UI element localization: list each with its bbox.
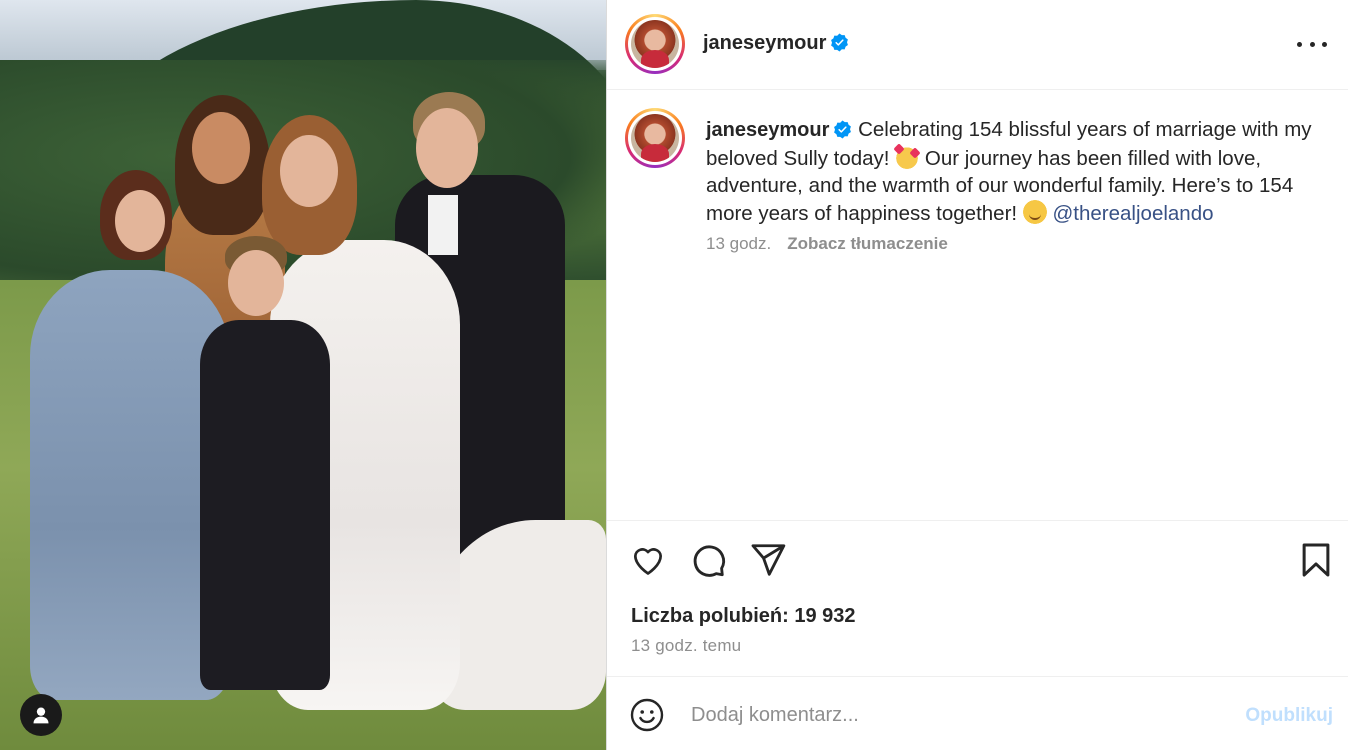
bookmark-icon[interactable]	[1297, 541, 1335, 579]
tagged-people-button[interactable]	[20, 694, 62, 736]
caption-text: janeseymour Celebrating 154 blissful yea…	[706, 116, 1326, 227]
caption-area: janeseymour Celebrating 154 blissful yea…	[607, 90, 1348, 520]
photo-face	[115, 190, 165, 252]
caption-username[interactable]: janeseymour	[706, 119, 829, 141]
caption-mention-link[interactable]: @therealjoelando	[1053, 202, 1214, 225]
comment-input[interactable]	[691, 699, 1211, 731]
photo-face	[228, 250, 284, 316]
caption-meta: 13 godz. Zobacz tłumaczenie	[706, 234, 948, 254]
comment-bar: Opublikuj	[607, 676, 1348, 750]
publish-button[interactable]: Opublikuj	[1245, 705, 1333, 727]
verified-badge-icon	[831, 33, 849, 52]
more-options-icon[interactable]	[1297, 30, 1327, 58]
story-avatar[interactable]	[625, 14, 685, 74]
avatar	[631, 20, 679, 68]
photo-face	[192, 112, 250, 184]
smiling-face-with-hearts-emoji	[895, 144, 920, 169]
photo-face	[416, 108, 478, 188]
photo-person-boy-suit	[200, 320, 330, 690]
photo-shirt	[428, 195, 458, 255]
post-side-panel: janeseymour janeseymour Celebrating 154 …	[606, 0, 1348, 750]
see-translation-button[interactable]: Zobacz tłumaczenie	[787, 234, 948, 253]
header-username-group: janeseymour	[703, 32, 849, 55]
caption-time[interactable]: 13 godz.	[706, 234, 771, 253]
heart-icon[interactable]	[629, 541, 667, 579]
likes-count[interactable]: Liczba polubień: 19 932	[631, 605, 856, 628]
send-icon[interactable]	[749, 541, 787, 579]
avatar	[631, 114, 679, 162]
photo-face	[280, 135, 338, 207]
post-actions: Liczba polubień: 19 932 13 godz. temu	[607, 520, 1348, 676]
verified-badge-icon	[834, 120, 852, 139]
post-photo[interactable]	[0, 0, 606, 750]
post-timestamp[interactable]: 13 godz. temu	[631, 636, 741, 656]
comment-icon[interactable]	[689, 541, 727, 579]
smiling-face-emoji	[1022, 199, 1047, 224]
post-header: janeseymour	[607, 0, 1348, 90]
person-icon	[33, 707, 49, 724]
header-username[interactable]: janeseymour	[703, 32, 826, 54]
caption-avatar[interactable]	[625, 108, 685, 168]
emoji-icon[interactable]	[629, 697, 665, 733]
